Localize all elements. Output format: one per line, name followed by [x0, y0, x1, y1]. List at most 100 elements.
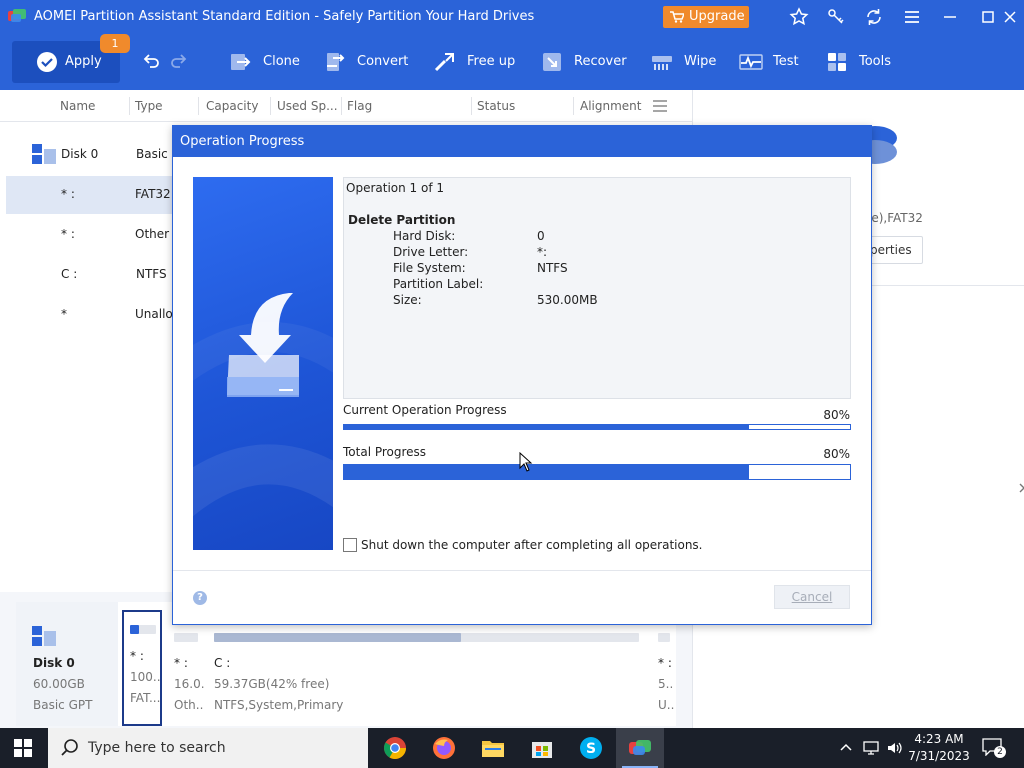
progress-fill: [344, 465, 749, 479]
shutdown-label: Shut down the computer after completing …: [361, 538, 703, 552]
row-name: Disk 0: [61, 147, 99, 161]
tools-icon: [828, 53, 846, 71]
properties-label: perties: [870, 243, 912, 257]
disk-map-partition-c[interactable]: C : 59.37GB(42% free) NTFS,System,Primar…: [206, 610, 646, 726]
notification-count: 2: [994, 746, 1006, 758]
taskbar-firefox[interactable]: [420, 728, 468, 768]
notifications-button[interactable]: 2: [982, 738, 1006, 758]
usage-bar-fill: [130, 625, 140, 634]
cart-icon: [670, 11, 684, 23]
usage-bar-fill: [214, 633, 461, 642]
detail-key: Hard Disk:: [393, 229, 456, 243]
pending-operations-badge: 1: [100, 34, 130, 53]
dialog-title: Operation Progress: [173, 126, 871, 157]
aomei-icon: [629, 740, 651, 755]
clone-icon: [231, 54, 251, 70]
row-name: *: [61, 307, 67, 321]
partition-usage-bar: [658, 633, 670, 642]
free-up-icon: [434, 53, 454, 72]
chevron-up-icon[interactable]: [839, 741, 853, 755]
taskbar-search[interactable]: Type here to search: [48, 728, 368, 768]
recover-label: Recover: [574, 54, 627, 69]
store-icon: [532, 742, 552, 758]
recover-icon: [543, 53, 561, 71]
row-type: Unallo: [135, 307, 173, 321]
convert-icon: [327, 53, 345, 71]
menu-icon[interactable]: [902, 7, 922, 27]
test-icon: [739, 54, 763, 70]
search-placeholder: Type here to search: [88, 740, 226, 756]
tools-label: Tools: [859, 54, 892, 69]
folder-icon: [482, 741, 504, 757]
mouse-cursor-icon: [519, 452, 533, 472]
maximize-icon[interactable]: [978, 7, 998, 27]
current-progress-label: Current Operation Progress: [343, 403, 507, 417]
total-progress-label: Total Progress: [343, 445, 427, 459]
detail-value: 0: [537, 229, 545, 243]
column-settings-icon[interactable]: [652, 98, 668, 114]
taskbar-store[interactable]: [518, 728, 566, 768]
hard-drive-download-icon: [193, 293, 333, 517]
operation-count: Operation 1 of 1: [346, 181, 444, 195]
column-status[interactable]: Status: [477, 99, 515, 113]
upgrade-button[interactable]: Upgrade: [663, 6, 749, 28]
cancel-button[interactable]: Cancel: [774, 585, 850, 609]
clock-date: 7/31/2023: [908, 749, 970, 763]
chevron-right-icon[interactable]: [1019, 482, 1024, 494]
dialog-illustration: [193, 177, 333, 550]
apply-label: Apply: [65, 54, 102, 69]
disk-map-disk-type: Basic GPT: [33, 698, 93, 712]
row-type: Other: [135, 227, 170, 241]
test-label: Test: [773, 54, 799, 69]
column-flag[interactable]: Flag: [347, 99, 372, 113]
row-name: * :: [61, 227, 75, 241]
undo-icon[interactable]: [142, 52, 160, 70]
close-icon[interactable]: [1000, 7, 1020, 27]
network-icon[interactable]: [862, 740, 880, 756]
disk-map-partition[interactable]: * : 16.0... Oth...: [166, 610, 206, 726]
taskbar-chrome[interactable]: [371, 728, 419, 768]
taskbar-clock[interactable]: 4:23 AM 7/31/2023: [904, 731, 974, 765]
redo-icon[interactable]: [170, 52, 188, 70]
detail-key: Size:: [393, 293, 422, 307]
upgrade-label: Upgrade: [689, 9, 745, 24]
disk-map-partition[interactable]: * : 5... U...: [650, 610, 676, 726]
partition-size: 59.37GB(42% free): [214, 677, 330, 691]
search-icon: [61, 739, 78, 756]
help-icon[interactable]: ?: [193, 591, 207, 605]
partition-fs: Oth...: [174, 698, 204, 712]
taskbar-aomei[interactable]: [616, 728, 664, 768]
wipe-icon: [652, 56, 672, 70]
partition-fs: FAT...: [130, 691, 160, 705]
column-name[interactable]: Name: [60, 99, 95, 113]
column-type[interactable]: Type: [135, 99, 163, 113]
skype-icon: S: [580, 737, 602, 759]
star-icon[interactable]: [789, 7, 809, 27]
disk-map-disk-0[interactable]: Disk 0 60.00GB Basic GPT: [16, 602, 118, 726]
disk-map-disk-size: 60.00GB: [33, 677, 85, 691]
convert-label: Convert: [357, 54, 409, 69]
windows-start-icon[interactable]: [14, 739, 32, 757]
column-divider: [341, 97, 342, 115]
detail-value: *:: [537, 245, 548, 259]
row-name: C :: [61, 267, 78, 281]
key-icon[interactable]: [826, 7, 846, 27]
column-capacity[interactable]: Capacity: [206, 99, 258, 113]
row-name: * :: [61, 187, 75, 201]
taskbar-skype[interactable]: S: [567, 728, 615, 768]
partition-size: 5...: [658, 677, 674, 691]
disk-map-partition[interactable]: * : 100... FAT...: [122, 610, 162, 726]
progress-fill: [344, 425, 749, 429]
detail-key: File System:: [393, 261, 466, 275]
free-up-label: Free up: [467, 54, 516, 69]
volume-icon[interactable]: [886, 740, 904, 756]
partition-label: C :: [214, 656, 231, 670]
minimize-icon[interactable]: [940, 7, 960, 27]
partition-size: 100...: [130, 670, 160, 684]
column-alignment[interactable]: Alignment: [580, 99, 641, 113]
taskbar-file-explorer[interactable]: [469, 728, 517, 768]
svg-text:S: S: [586, 741, 596, 757]
column-used-space[interactable]: Used Sp...: [277, 99, 338, 113]
checkbox-box[interactable]: [343, 538, 357, 552]
refresh-icon[interactable]: [864, 7, 884, 27]
